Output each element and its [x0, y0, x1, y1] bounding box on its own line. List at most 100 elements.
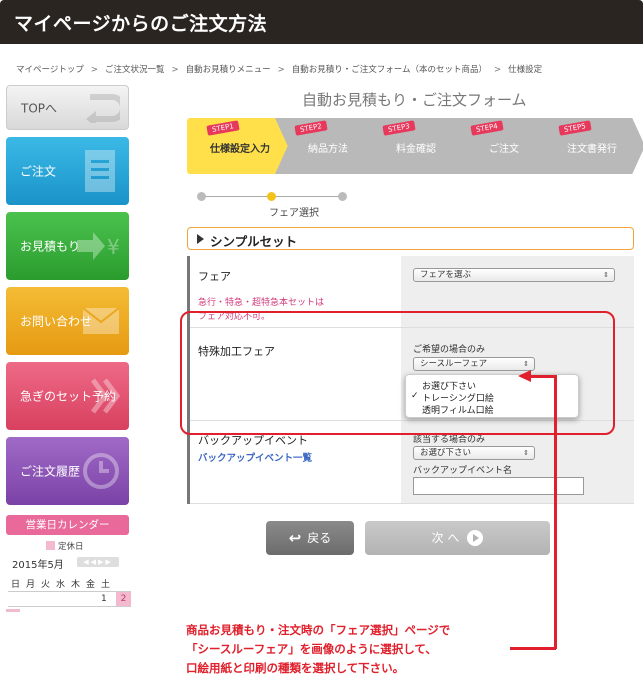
- yen-arrow-icon: ¥: [77, 232, 120, 260]
- svg-text:¥: ¥: [107, 235, 120, 259]
- back-button[interactable]: ↩ 戻る: [266, 521, 354, 555]
- callout-line-3: 口絵用紙と印刷の種類を選択して下さい。: [186, 661, 405, 675]
- step-badge: STEP3: [382, 120, 416, 136]
- holiday-swatch: [46, 541, 55, 550]
- calendar-title: 営業日カレンダー: [6, 515, 129, 535]
- row-label: バックアップイベント: [198, 434, 308, 447]
- form-row-backup-event: バックアップイベント バックアップイベント一覧 該当する場合のみ お選び下さい ⇕…: [190, 421, 634, 504]
- backup-name-label: バックアップイベント名: [413, 466, 513, 476]
- backup-event-select[interactable]: お選び下さい ⇕: [413, 446, 535, 460]
- row-label-cell: バックアップイベント バックアップイベント一覧: [190, 421, 401, 503]
- progress-dot-active: [267, 192, 276, 201]
- callout-line-1: 商品お見積もり・注文時の「フェア選択」ページで: [186, 623, 451, 637]
- dropdown-option[interactable]: 透明フィルム口絵: [422, 403, 494, 416]
- backup-event-list-link[interactable]: バックアップイベント一覧: [198, 450, 312, 464]
- set-header: シンプルセット: [187, 227, 634, 250]
- breadcrumb-current: 仕様設定: [508, 65, 543, 75]
- double-chevron-icon: [91, 378, 121, 414]
- breadcrumb-separator: >: [277, 65, 285, 75]
- page-title: マイページからのご注文方法: [14, 13, 268, 35]
- special-fair-select[interactable]: シースルーフェア ⇕: [413, 357, 535, 371]
- set-header-title: シンプルセット: [210, 234, 298, 249]
- step-2: STEP2 納品方法: [275, 118, 381, 174]
- breadcrumb-item[interactable]: マイページトップ: [16, 65, 84, 75]
- row-value-cell: フェアを選ぶ ⇕: [401, 256, 634, 327]
- checkmark-icon: ✓: [411, 391, 419, 401]
- form-title: 自動お見積もり・ご注文フォーム: [302, 91, 527, 109]
- next-button[interactable]: 次 へ: [365, 521, 550, 555]
- step-1: STEP1 仕様設定入力: [187, 118, 293, 174]
- triangle-right-icon: [197, 234, 204, 244]
- progress-label: フェア選択: [269, 208, 319, 219]
- calendar-legend: 定休日: [46, 540, 84, 552]
- sub-progress: [197, 192, 347, 202]
- sidebar-item-contact[interactable]: お問い合わせ: [6, 287, 129, 355]
- play-circle-icon: [467, 530, 484, 546]
- step-name: 納品方法: [308, 144, 348, 155]
- page-title-bar: マイページからのご注文方法: [0, 0, 643, 44]
- breadcrumb-item[interactable]: 自動お見積りメニュー: [186, 65, 271, 75]
- calendar-holiday-stripe: [6, 609, 20, 612]
- breadcrumb-separator: >: [90, 65, 98, 75]
- sidebar-item-history[interactable]: ご注文履歴: [6, 437, 129, 505]
- clock-icon: [83, 453, 119, 489]
- select-caret-icon: ⇕: [523, 360, 529, 368]
- weekday: 水: [55, 580, 65, 590]
- breadcrumb: マイページトップ > ご注文状況一覧 > 自動お見積りメニュー > 自動お見積り・ご注文フォ…: [16, 63, 542, 75]
- breadcrumb-separator: >: [171, 65, 179, 75]
- fair-note: 急行・特急・超特急本セットは: [198, 298, 325, 308]
- special-fair-dropdown-menu: お選び下さい ✓ トレーシング口絵 透明フィルム口絵: [405, 374, 579, 418]
- step-name: 仕様設定入力: [210, 144, 270, 155]
- calendar-day-holiday: 2: [116, 592, 131, 606]
- backup-hint: 該当する場合のみ: [413, 435, 486, 445]
- sidebar-item-urgent[interactable]: 急ぎのセット予約: [6, 362, 129, 430]
- backup-event-name-input[interactable]: [413, 477, 584, 495]
- weekday: 月: [25, 580, 35, 590]
- row-label-cell: 特殊加工フェア: [190, 328, 401, 420]
- weekday: 金: [85, 580, 95, 590]
- row-value-cell: 該当する場合のみ お選び下さい ⇕ バックアップイベント名: [401, 421, 634, 503]
- row-label-cell: フェア 急行・特急・超特急本セットは フェア対応不可。: [190, 256, 401, 327]
- row-label: 特殊加工フェア: [198, 345, 275, 358]
- progress-dot: [338, 192, 347, 201]
- callout-line-2: 「シースルーフェア」を画像のように選択して、: [186, 642, 437, 656]
- breadcrumb-item[interactable]: ご注文状況一覧: [105, 65, 165, 75]
- select-caret-icon: ⇕: [523, 449, 529, 457]
- fair-note: フェア対応不可。: [198, 312, 271, 322]
- row-label: フェア: [198, 270, 231, 283]
- step-badge: STEP1: [206, 120, 240, 136]
- calendar-legend-label: 定休日: [58, 542, 84, 552]
- calendar-nav-buttons[interactable]: ◀◀▶▶: [77, 557, 119, 567]
- step-badge: STEP5: [558, 120, 592, 136]
- step-badge: STEP4: [470, 120, 504, 136]
- callout-line: [530, 375, 556, 378]
- envelope-icon: [82, 307, 120, 334]
- step-5: STEP5 注文書発行: [539, 118, 643, 174]
- step-3: STEP3 料金確認: [363, 118, 469, 174]
- sidebar-item-label: TOPへ: [21, 101, 58, 115]
- step-name: 注文書発行: [567, 144, 617, 155]
- breadcrumb-item[interactable]: 自動お見積り・ご注文フォーム（本のセット商品）: [292, 65, 487, 75]
- step-badge: STEP2: [294, 120, 328, 136]
- document-icon: [85, 150, 115, 192]
- sidebar-item-order[interactable]: ご注文: [6, 137, 129, 205]
- calendar-weekdays: 日月火水木金土: [8, 577, 113, 590]
- next-button-label: 次 へ: [431, 531, 460, 545]
- step-name: ご注文: [489, 144, 519, 155]
- calendar-week-row: 1 2: [8, 591, 131, 607]
- select-value: お選び下さい: [420, 448, 472, 458]
- special-hint: ご希望の場合のみ: [413, 345, 486, 355]
- step-name: 料金確認: [396, 144, 436, 155]
- calendar-day: 1: [101, 594, 107, 604]
- weekday: 木: [70, 580, 80, 590]
- sidebar-item-estimate[interactable]: お見積もり ¥: [6, 212, 129, 280]
- calendar-month: 2015年5月: [12, 560, 64, 571]
- weekday: 日: [10, 580, 20, 590]
- return-arrow-icon: [86, 93, 120, 123]
- sidebar-item-top[interactable]: TOPへ: [6, 85, 129, 130]
- fair-select[interactable]: フェアを選ぶ ⇕: [413, 268, 615, 282]
- sidebar-item-label: ご注文履歴: [20, 464, 81, 479]
- callout-instruction: 商品お見積もり・注文時の「フェア選択」ページで 「シースルーフェア」を画像のよう…: [186, 621, 450, 678]
- select-caret-icon: ⇕: [603, 271, 609, 279]
- step-indicator: STEP1 仕様設定入力 STEP2 納品方法 STEP3 料金確認 STEP4…: [187, 118, 643, 174]
